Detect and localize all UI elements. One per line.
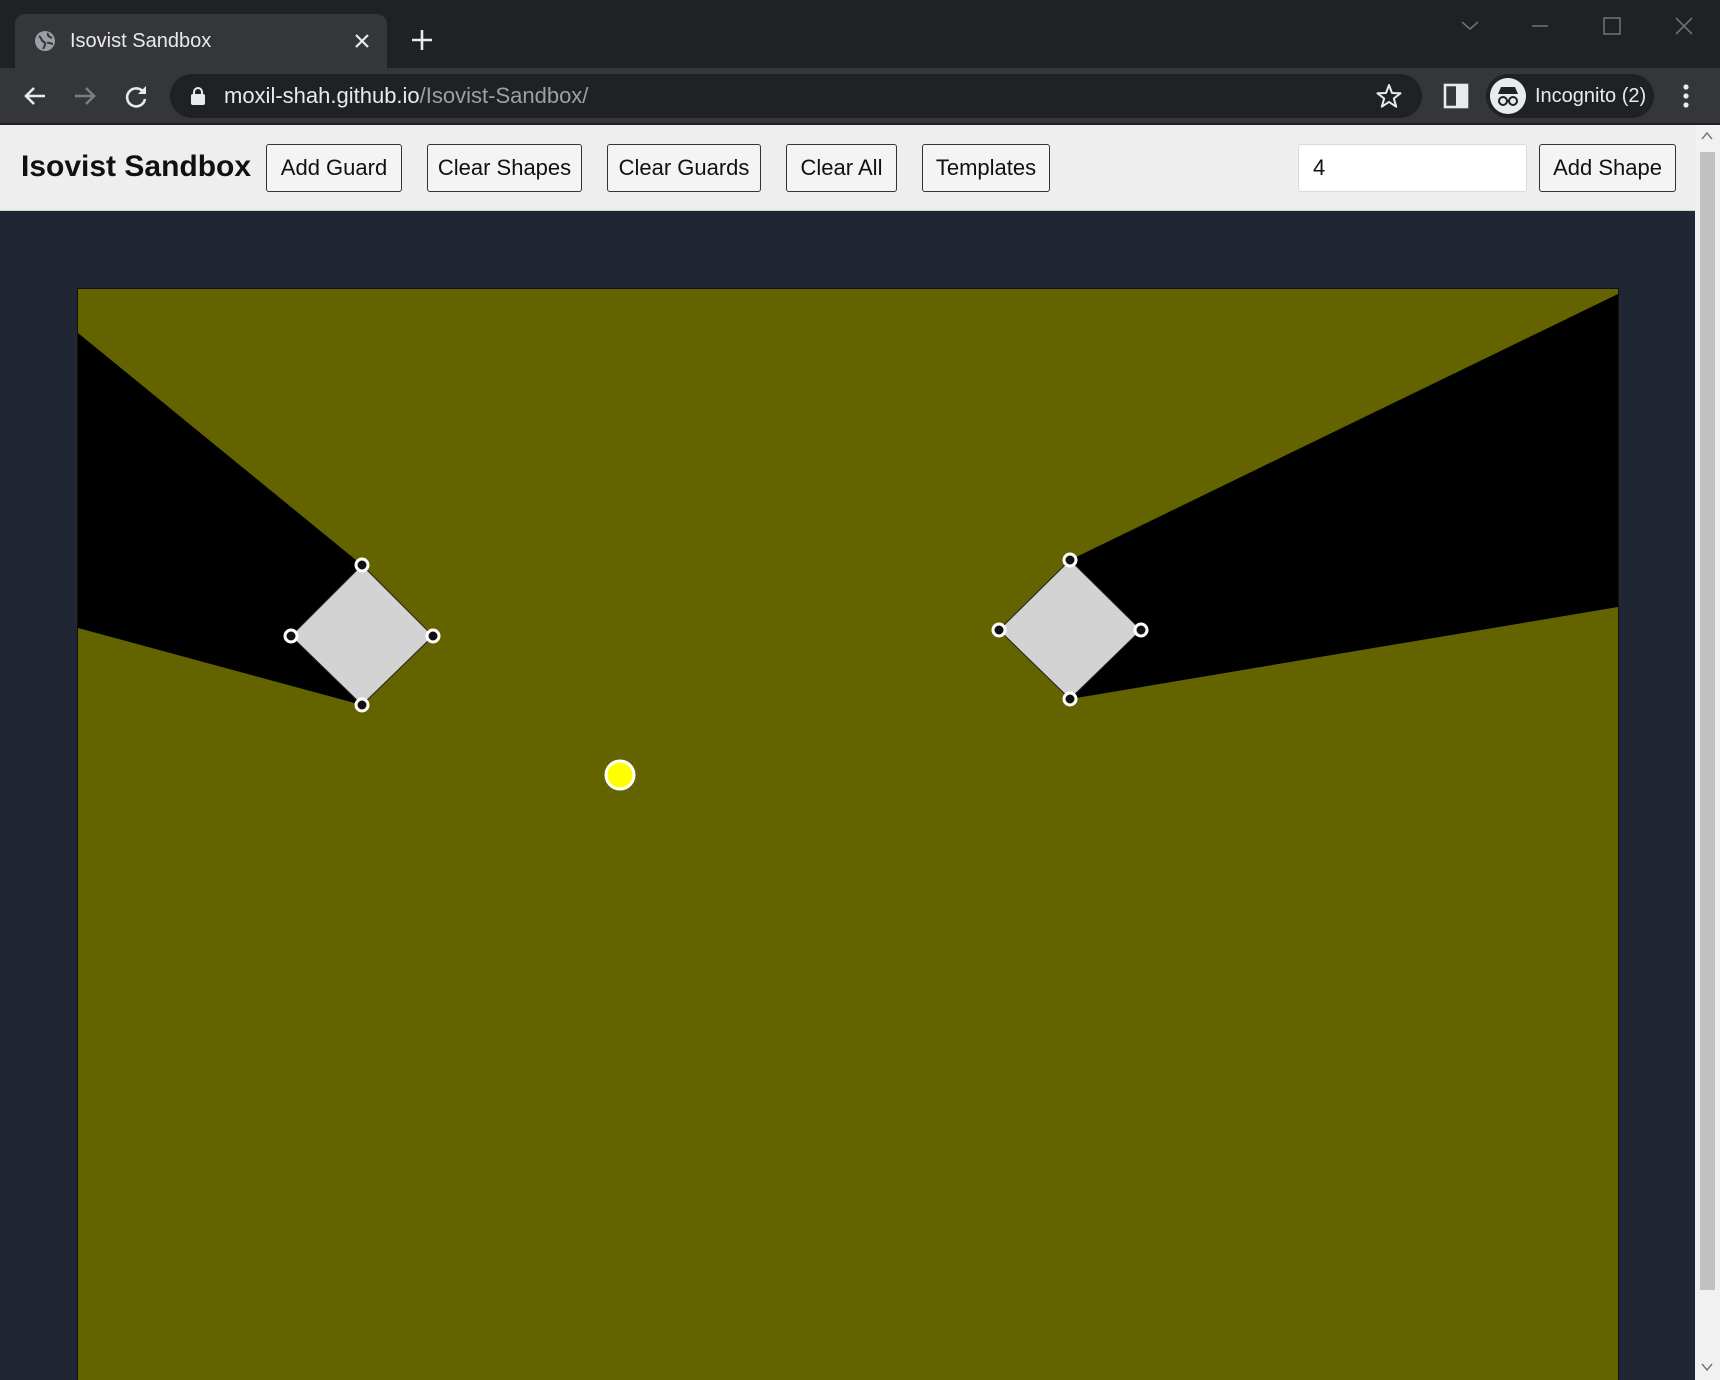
lock-icon[interactable]	[190, 87, 206, 105]
browser-tab[interactable]: Isovist Sandbox	[15, 14, 387, 68]
clear-guards-button[interactable]: Clear Guards	[607, 144, 761, 192]
polygon-sides-input[interactable]	[1298, 144, 1527, 192]
back-arrow-icon[interactable]	[20, 81, 50, 111]
scroll-up-arrow-icon[interactable]	[1701, 131, 1713, 141]
page-scrollbar[interactable]	[1695, 125, 1720, 1380]
add-shape-button[interactable]: Add Shape	[1539, 144, 1676, 192]
isovist-scene[interactable]	[78, 289, 1618, 1380]
reload-icon[interactable]	[121, 81, 151, 111]
clear-shapes-button[interactable]: Clear Shapes	[427, 144, 582, 192]
profile-label: Incognito (2)	[1535, 85, 1647, 107]
vertex-handle[interactable]	[354, 697, 370, 713]
url-host: moxil-shah.github.io	[224, 83, 420, 108]
vertex-handle[interactable]	[1062, 691, 1078, 707]
globe-icon	[35, 31, 55, 51]
add-guard-button[interactable]: Add Guard	[266, 144, 402, 192]
vertex-handle[interactable]	[1062, 552, 1078, 568]
guard-point[interactable]	[604, 759, 636, 791]
app-title: Isovist Sandbox	[21, 150, 252, 183]
url-text: moxil-shah.github.io/Isovist-Sandbox/	[224, 84, 588, 108]
url-path: /Isovist-Sandbox/	[419, 83, 589, 108]
address-bar[interactable]: moxil-shah.github.io/Isovist-Sandbox/	[170, 74, 1422, 118]
incognito-profile-button[interactable]: Incognito (2)	[1486, 74, 1654, 118]
tab-title: Isovist Sandbox	[70, 30, 212, 52]
isovist-canvas[interactable]	[77, 288, 1619, 1380]
kebab-menu-icon[interactable]	[1674, 82, 1698, 110]
plus-icon[interactable]	[408, 26, 436, 54]
chevron-down-icon[interactable]	[1450, 10, 1490, 42]
shadow-region	[1070, 294, 1618, 699]
page-viewport: Isovist Sandbox Add Guard Clear Shapes C…	[0, 125, 1720, 1380]
browser-toolbar: moxil-shah.github.io/Isovist-Sandbox/ In…	[0, 68, 1720, 124]
maximize-icon[interactable]	[1592, 10, 1632, 42]
templates-button[interactable]: Templates	[922, 144, 1050, 192]
close-icon[interactable]	[351, 30, 373, 52]
clear-all-button[interactable]: Clear All	[786, 144, 897, 192]
minimize-icon[interactable]	[1520, 10, 1560, 42]
window-close-icon[interactable]	[1664, 10, 1704, 42]
vertex-handle[interactable]	[1133, 622, 1149, 638]
browser-tab-strip: Isovist Sandbox	[0, 0, 1720, 68]
scrollbar-thumb[interactable]	[1700, 152, 1715, 1290]
app-header: Isovist Sandbox Add Guard Clear Shapes C…	[0, 125, 1695, 211]
vertex-handle[interactable]	[283, 628, 299, 644]
scroll-down-arrow-icon[interactable]	[1701, 1362, 1713, 1372]
star-icon[interactable]	[1376, 83, 1402, 109]
forward-arrow-icon[interactable]	[70, 81, 100, 111]
side-panel-icon[interactable]	[1442, 82, 1470, 110]
vertex-handle[interactable]	[354, 557, 370, 573]
incognito-icon	[1490, 78, 1526, 114]
vertex-handle[interactable]	[425, 628, 441, 644]
vertex-handle[interactable]	[991, 622, 1007, 638]
